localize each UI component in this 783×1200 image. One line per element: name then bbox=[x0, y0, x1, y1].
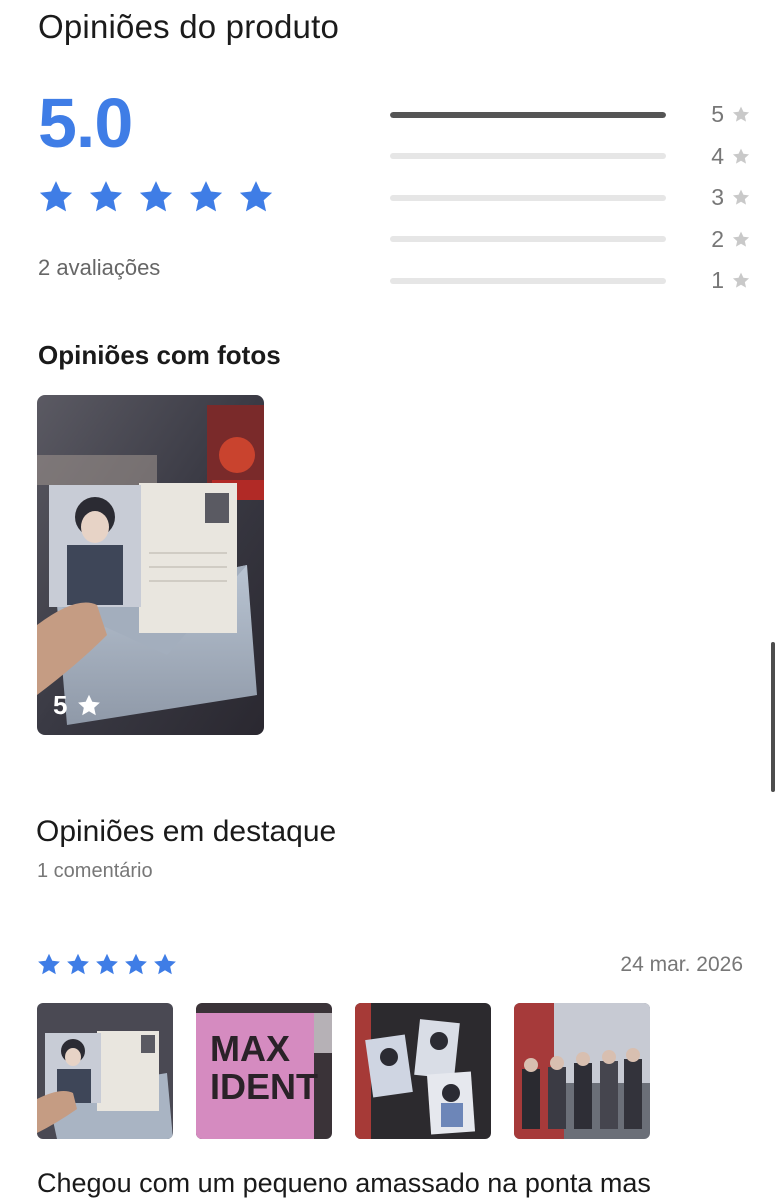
photo-rating-badge: 5 bbox=[53, 690, 101, 721]
distribution-label: 1 bbox=[711, 267, 724, 294]
star-icon bbox=[67, 953, 89, 975]
distribution-label: 2 bbox=[711, 225, 724, 252]
page-title: Opiniões do produto bbox=[38, 8, 340, 45]
photocards-thumbnail-image bbox=[355, 1003, 491, 1139]
distribution-bar bbox=[390, 153, 666, 160]
distribution-bar-fill bbox=[390, 111, 666, 118]
star-icon bbox=[139, 181, 173, 212]
envelope-thumbnail-image bbox=[37, 1003, 173, 1139]
star-icon bbox=[78, 694, 101, 716]
star-icon bbox=[39, 181, 73, 212]
photos-section-title: Opiniões com fotos bbox=[38, 340, 281, 370]
distribution-label: 5 bbox=[711, 101, 724, 128]
envelope-photo-image bbox=[37, 395, 264, 735]
distribution-bar bbox=[390, 236, 666, 243]
star-icon bbox=[732, 272, 750, 288]
review-stars bbox=[37, 953, 177, 976]
distribution-row[interactable]: 2 bbox=[390, 219, 750, 261]
rating-count: 2 avaliações bbox=[38, 255, 161, 280]
svg-text:MAX: MAX bbox=[210, 1028, 290, 1069]
review-text: Chegou com um pequeno amassado na ponta … bbox=[37, 1168, 651, 1198]
star-icon bbox=[239, 181, 273, 212]
featured-comment-count: 1 comentário bbox=[37, 860, 153, 882]
rating-distribution: 5 4 3 2 1 bbox=[390, 94, 750, 302]
distribution-label: 4 bbox=[711, 142, 724, 169]
review-thumbnail[interactable] bbox=[514, 1003, 650, 1139]
star-icon bbox=[125, 953, 147, 975]
distribution-bar bbox=[390, 111, 666, 118]
star-icon bbox=[732, 106, 750, 122]
star-icon bbox=[38, 953, 60, 975]
review-date: 24 mar. 2026 bbox=[620, 953, 743, 976]
distribution-bar bbox=[390, 277, 666, 284]
pink-album-thumbnail-image: MAX IDENT bbox=[196, 1003, 332, 1139]
review-thumbnail[interactable]: MAX IDENT bbox=[196, 1003, 332, 1139]
star-icon bbox=[89, 181, 123, 212]
review-photo[interactable]: 5 bbox=[37, 395, 264, 735]
star-icon bbox=[96, 953, 118, 975]
star-icon bbox=[732, 148, 750, 164]
distribution-label: 3 bbox=[711, 184, 724, 211]
star-icon bbox=[732, 189, 750, 205]
star-icon bbox=[154, 953, 176, 975]
average-stars bbox=[38, 180, 274, 214]
distribution-bar bbox=[390, 194, 666, 201]
review-thumbnail[interactable] bbox=[355, 1003, 491, 1139]
distribution-row[interactable]: 4 bbox=[390, 136, 750, 178]
distribution-row[interactable]: 1 bbox=[390, 260, 750, 302]
average-rating: 5.0 bbox=[38, 84, 133, 162]
review-thumbnail[interactable] bbox=[37, 1003, 173, 1139]
featured-section-title: Opiniões em destaque bbox=[36, 815, 337, 848]
distribution-row[interactable]: 5 bbox=[390, 94, 750, 136]
distribution-row[interactable]: 3 bbox=[390, 177, 750, 219]
star-icon bbox=[189, 181, 223, 212]
scrollbar[interactable] bbox=[771, 642, 775, 792]
group-card-thumbnail-image bbox=[514, 1003, 650, 1139]
photo-rating-value: 5 bbox=[53, 690, 68, 720]
svg-text:IDENT: IDENT bbox=[210, 1066, 318, 1107]
star-icon bbox=[732, 231, 750, 247]
